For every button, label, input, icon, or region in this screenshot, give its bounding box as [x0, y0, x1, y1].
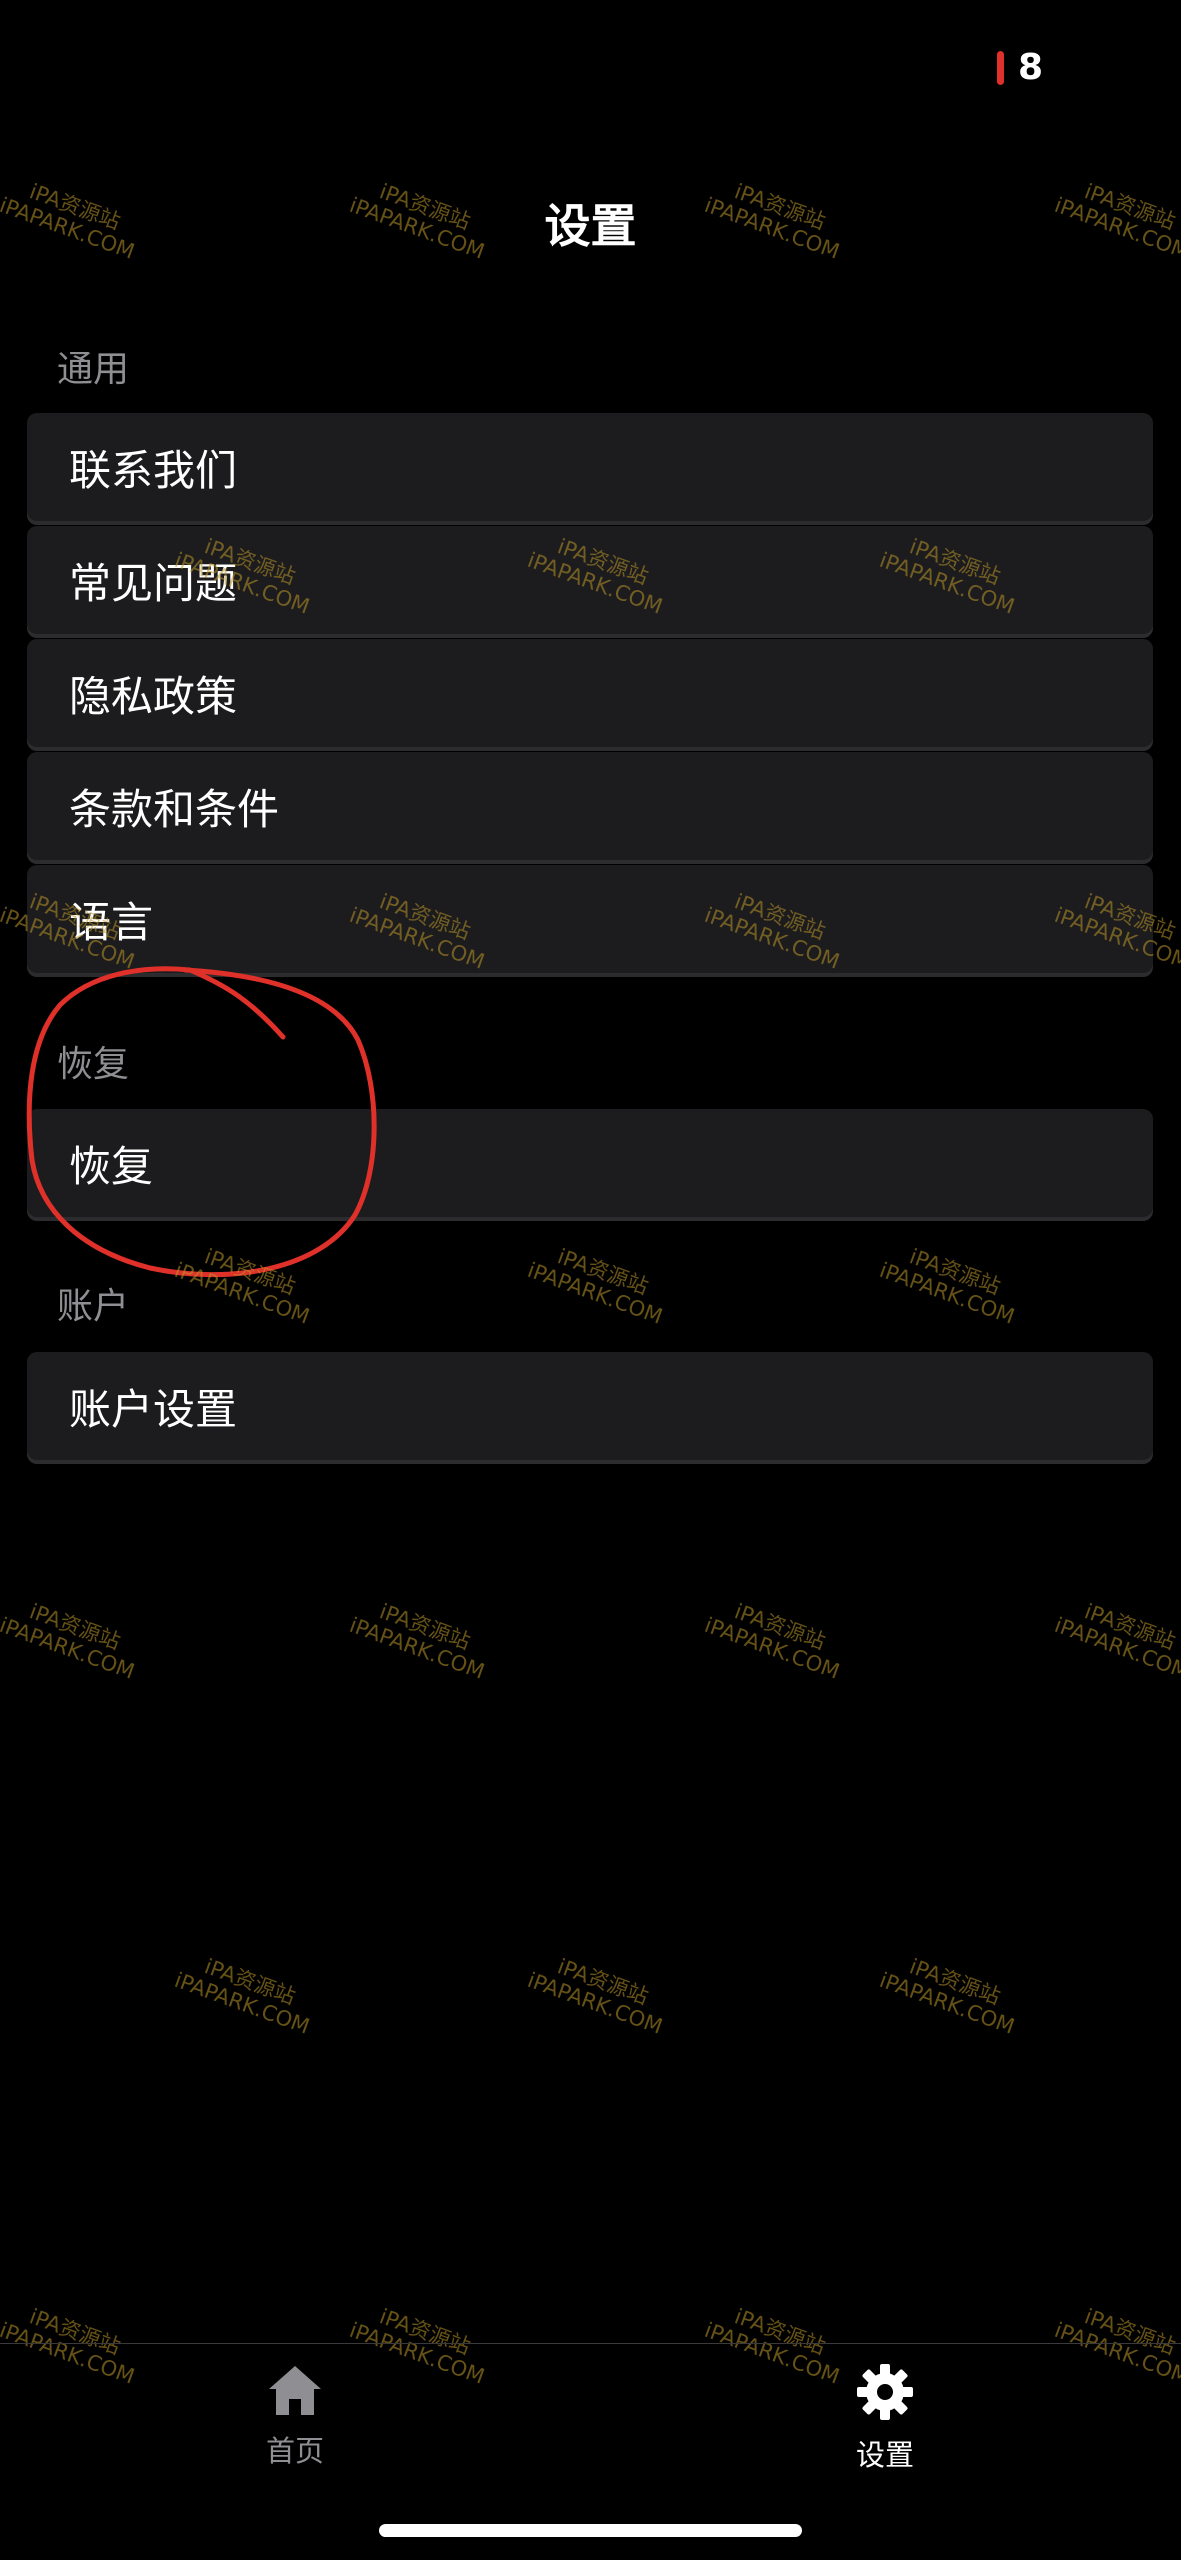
tab-home-label: 首页: [265, 2434, 324, 2468]
language-row[interactable]: 语言: [27, 865, 1153, 973]
tabbar-divider: [0, 2343, 1181, 2344]
watermark: iPA资源站 iPAPARK.COM: [171, 1954, 313, 2039]
status-bar: 8: [996, 47, 1043, 88]
watermark: iPA资源站 iPAPARK.COM: [524, 1244, 666, 1329]
account-settings-row[interactable]: 账户设置: [27, 1352, 1153, 1460]
row-label: 账户设置: [69, 1384, 238, 1434]
watermark: iPA资源站 iPAPARK.COM: [524, 1954, 666, 2039]
row-label: 恢复: [69, 1141, 154, 1191]
watermark: iPA资源站 iPAPARK.COM: [346, 1599, 488, 1684]
tab-settings-label: 设置: [855, 2438, 914, 2472]
tab-settings[interactable]: 设置: [785, 2362, 985, 2474]
status-count: 8: [1017, 47, 1043, 88]
watermark: iPA资源站 iPAPARK.COM: [1051, 1599, 1181, 1684]
watermark: iPA资源站 iPAPARK.COM: [876, 1244, 1018, 1329]
privacy-policy-row[interactable]: 隐私政策: [27, 639, 1153, 747]
settings-screen: 8 设置 通用 联系我们 常见问题 隐私政策 条款和条件 语言 恢复 恢复 账户…: [0, 0, 1181, 2560]
watermark: iPA资源站 iPAPARK.COM: [701, 1599, 843, 1684]
row-label: 隐私政策: [69, 671, 238, 721]
terms-row[interactable]: 条款和条件: [27, 752, 1153, 860]
row-label: 联系我们: [69, 445, 238, 495]
battery-indicator: [996, 51, 1004, 85]
gear-icon: [857, 2364, 913, 2420]
row-label: 语言: [69, 897, 154, 947]
house-icon: [269, 2366, 321, 2415]
faq-row[interactable]: 常见问题: [27, 526, 1153, 634]
home-indicator[interactable]: [379, 2524, 802, 2537]
row-label: 条款和条件: [69, 784, 280, 834]
watermark: iPA资源站 iPAPARK.COM: [0, 1599, 138, 1684]
watermark: iPA资源站 iPAPARK.COM: [171, 1244, 313, 1329]
restore-row[interactable]: 恢复: [27, 1109, 1153, 1217]
section-label-general: 通用: [57, 349, 130, 390]
section-label-restore: 恢复: [57, 1044, 130, 1085]
page-title: 设置: [544, 199, 637, 253]
section-label-account: 账户: [57, 1286, 130, 1327]
annotation-circle: [26, 966, 377, 1278]
row-label: 常见问题: [69, 558, 238, 608]
tab-home[interactable]: 首页: [195, 2362, 395, 2470]
watermark: iPA资源站 iPAPARK.COM: [876, 1954, 1018, 2039]
contact-us-row[interactable]: 联系我们: [27, 413, 1153, 521]
